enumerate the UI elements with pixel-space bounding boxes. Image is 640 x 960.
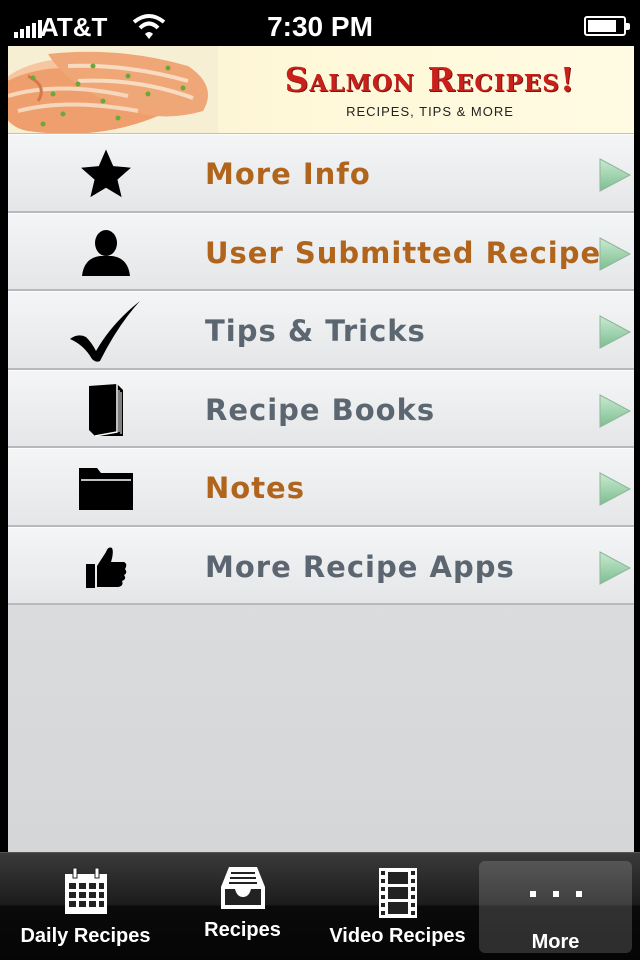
more-dots-icon: [529, 891, 582, 897]
tab-label: More: [531, 931, 580, 953]
tab-label: Daily Recipes: [20, 925, 151, 947]
tab-video-recipes[interactable]: Video Recipes: [320, 861, 475, 953]
battery-icon: [584, 16, 630, 36]
menu-item-label: User Submitted Recipes: [205, 235, 620, 270]
menu-item-label: Recipe Books: [205, 392, 436, 427]
menu-item-more-info[interactable]: More Info: [8, 134, 634, 213]
menu-item-more-recipe-apps[interactable]: More Recipe Apps: [8, 526, 634, 605]
folder-icon: [66, 457, 146, 519]
film-strip-icon: [378, 868, 417, 918]
tab-daily-recipes[interactable]: Daily Recipes: [8, 861, 163, 953]
user-icon: [66, 222, 146, 284]
disclosure-arrow-icon: [599, 550, 632, 585]
menu-item-tips-and-tricks[interactable]: Tips & Tricks: [8, 291, 634, 370]
thumbs-up-icon: [66, 536, 146, 598]
menu-item-notes[interactable]: Notes: [8, 448, 634, 527]
menu-item-user-submitted-recipes[interactable]: User Submitted Recipes: [8, 212, 634, 291]
disclosure-arrow-icon: [599, 315, 632, 349]
header-banner: Salmon Recipes! RECIPES, TIPS & MORE: [8, 46, 634, 134]
tab-label: Video Recipes: [329, 925, 466, 947]
tab-recipes[interactable]: Recipes: [165, 861, 320, 953]
star-icon: [66, 143, 146, 205]
disclosure-arrow-icon: [599, 393, 632, 428]
menu-item-label: More Recipe Apps: [205, 549, 515, 584]
tab-more[interactable]: More: [479, 861, 632, 953]
status-bar: AT&T 7:30 PM: [0, 0, 640, 46]
disclosure-arrow-icon: [599, 158, 632, 192]
disclosure-arrow-icon: [599, 472, 632, 506]
app-screen: Salmon Recipes! RECIPES, TIPS & MORE Mor…: [8, 46, 634, 852]
tab-bar: Daily Recipes Recipes Video Recipes More: [0, 852, 640, 960]
checkmark-icon: [66, 300, 146, 362]
calendar-icon: [64, 867, 107, 914]
menu-item-label: Tips & Tricks: [205, 314, 426, 348]
menu-item-recipe-books[interactable]: Recipe Books: [8, 369, 634, 448]
status-time: 7:30 PM: [267, 11, 373, 42]
menu-item-label: Notes: [205, 471, 305, 505]
banner-subtitle: RECIPES, TIPS & MORE: [346, 104, 514, 119]
tab-label: Recipes: [204, 919, 281, 941]
banner-title: Salmon Recipes!: [284, 60, 576, 99]
disclosure-arrow-icon: [599, 236, 632, 271]
more-menu-list: More Info User Submitted Recipes Tips & …: [8, 134, 634, 605]
inbox-tray-icon: [220, 867, 265, 909]
menu-item-label: More Info: [205, 157, 371, 191]
salmon-fillet-image: [8, 46, 218, 133]
book-icon: [66, 379, 146, 441]
